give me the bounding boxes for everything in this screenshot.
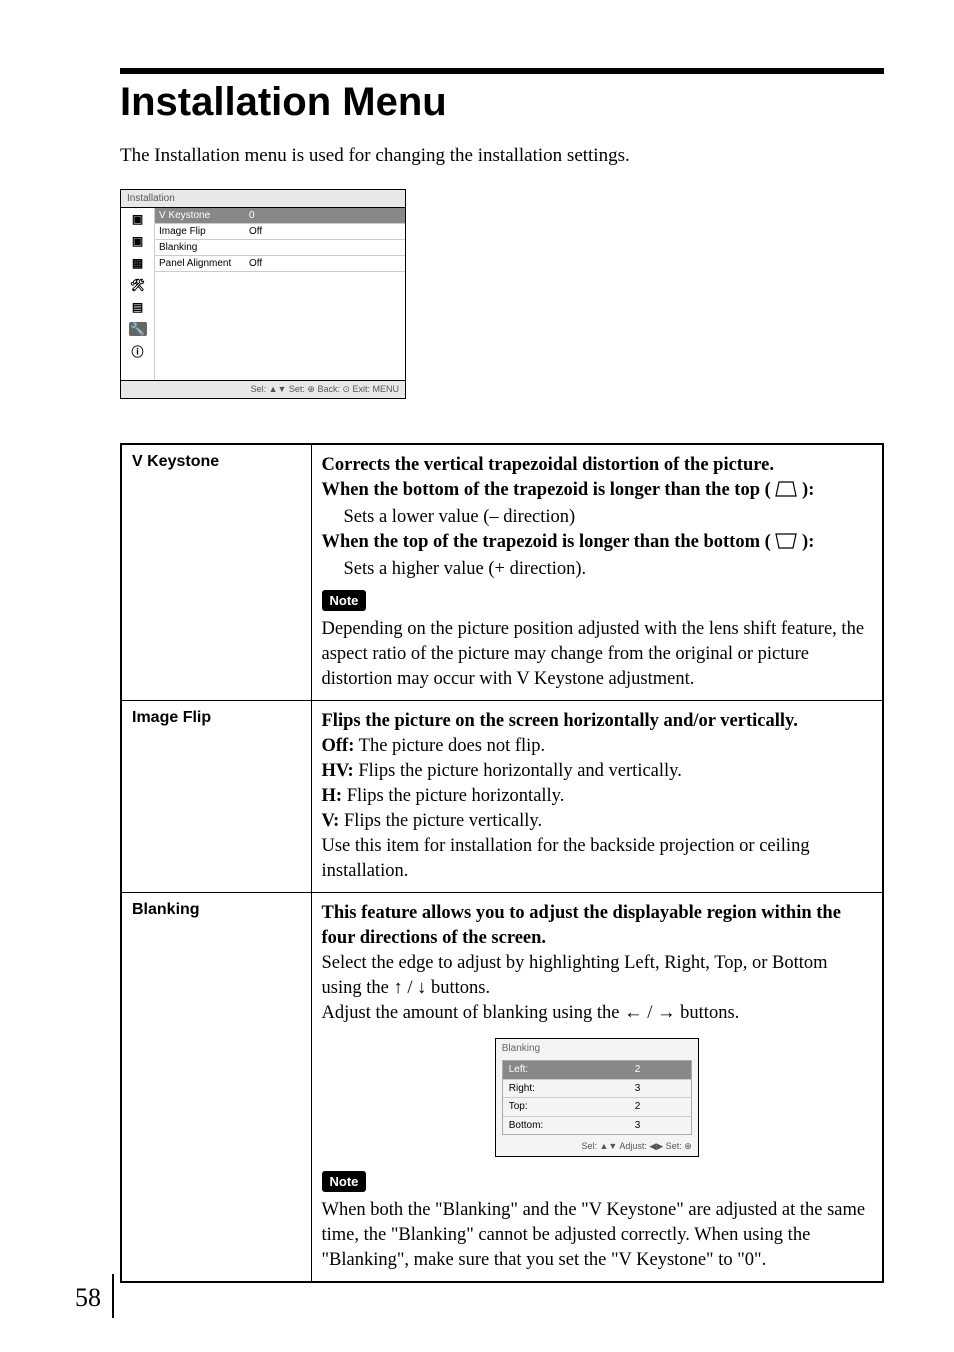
if-h-t: Flips the picture horizontally. [342,786,564,806]
osd-title: Installation [121,190,405,208]
vk-line3: Sets a lower value (– direction) [322,505,873,530]
osd-icon-function: ▤ [129,300,147,314]
osd-icon-screen: ▦ [129,256,147,270]
blanking-sub-osd: Blanking Left: 2 Right: 3 Top: 2 [495,1038,699,1157]
if-hv-t: Flips the picture horizontally and verti… [354,761,682,781]
osd-icon-setup: 🛠 [129,278,147,292]
vk-line5: Sets a higher value (+ direction). [322,557,873,582]
osd-row-label: V Keystone [159,210,249,221]
row-desc-blanking: This feature allows you to adjust the di… [311,893,883,1282]
osd-icon-adv-picture: ▣ [129,234,147,248]
sub-row-value: 2 [635,1063,685,1077]
osd-icon-info: ⓘ [129,344,147,358]
osd-icon-picture: ▣ [129,212,147,226]
osd-row-vkeystone: V Keystone 0 [155,208,405,224]
vk-line2b: ): [802,480,814,500]
if-v-t: Flips the picture vertically. [339,811,542,831]
osd-rows: V Keystone 0 Image Flip Off Blanking Pan… [155,208,405,380]
osd-row-value: Off [249,258,401,269]
sub-row-value: 3 [635,1119,685,1133]
sub-osd-row-right: Right: 3 [503,1080,691,1099]
note-pill: Note [322,590,367,612]
vk-line4b: ): [802,532,814,552]
row-label-imageflip: Image Flip [121,701,311,893]
bl-note-body: When both the "Blanking" and the "V Keys… [322,1198,873,1273]
if-off-b: Off: [322,736,355,756]
sub-osd-row-bottom: Bottom: 3 [503,1117,691,1135]
osd-installation-menu: Installation ▣ ▣ ▦ 🛠 ▤ 🔧 ⓘ V Keystone 0 … [120,189,406,399]
osd-row-imageflip: Image Flip Off [155,224,405,240]
sub-row-label: Right: [509,1082,635,1096]
if-v-b: V: [322,811,340,831]
sub-osd-row-top: Top: 2 [503,1098,691,1117]
osd-row-panelalignment: Panel Alignment Off [155,256,405,272]
vk-line1: Corrects the vertical trapezoidal distor… [322,453,873,478]
if-off-t: The picture does not flip. [354,736,545,756]
row-label-blanking: Blanking [121,893,311,1282]
settings-table: V Keystone Corrects the vertical trapezo… [120,443,884,1283]
osd-row-label: Image Flip [159,226,249,237]
osd-row-value: 0 [249,210,401,221]
osd-row-value: Off [249,226,401,237]
arrow-down-icon [417,978,426,998]
row-desc-imageflip: Flips the picture on the screen horizont… [311,701,883,893]
bl-line1: This feature allows you to adjust the di… [322,901,873,951]
trapezoid-narrow-top-icon [775,480,797,505]
arrow-right-icon [657,1003,676,1023]
sub-row-label: Top: [509,1100,635,1114]
osd-row-blanking: Blanking [155,240,405,256]
osd-footer: Sel: ▲▼ Set: ⊕ Back: ⊙ Exit: MENU [121,380,405,398]
bl-line3: Adjust the amount of blanking using the [322,1003,625,1023]
sub-osd-footer: Sel: ▲▼ Adjust: ◀▶ Set: ⊕ [496,1137,698,1155]
sub-row-label: Left: [509,1063,635,1077]
row-label-vkeystone: V Keystone [121,444,311,701]
row-desc-vkeystone: Corrects the vertical trapezoidal distor… [311,444,883,701]
if-h-b: H: [322,786,343,806]
osd-row-label: Panel Alignment [159,258,249,269]
if-hv-b: HV: [322,761,354,781]
sub-osd-row-left: Left: 2 [503,1061,691,1080]
header-rule [120,68,884,74]
osd-row-value [249,242,401,253]
vk-line4a: When the top of the trapezoid is longer … [322,532,771,552]
vk-line2a: When the bottom of the trapezoid is long… [322,480,771,500]
intro-text: The Installation menu is used for changi… [120,145,884,167]
page-number-bar [112,1274,114,1318]
if-line1: Flips the picture on the screen horizont… [322,709,873,734]
page-number: 58 [75,1283,101,1313]
osd-icon-installation: 🔧 [129,322,147,336]
note-pill: Note [322,1171,367,1193]
arrow-up-icon [393,978,402,998]
bl-line2b: buttons. [431,978,490,998]
bl-line3b: buttons. [680,1003,739,1023]
sub-row-value: 2 [635,1100,685,1114]
vk-note-body: Depending on the picture position adjust… [322,617,873,692]
if-tail: Use this item for installation for the b… [322,834,873,884]
sub-osd-title: Blanking [496,1039,698,1059]
trapezoid-narrow-bottom-icon [775,532,797,557]
arrow-left-icon [624,1003,643,1023]
page-title: Installation Menu [120,80,884,125]
sub-row-label: Bottom: [509,1119,635,1133]
sub-row-value: 3 [635,1082,685,1096]
osd-row-label: Blanking [159,242,249,253]
osd-icon-column: ▣ ▣ ▦ 🛠 ▤ 🔧 ⓘ [121,208,155,380]
